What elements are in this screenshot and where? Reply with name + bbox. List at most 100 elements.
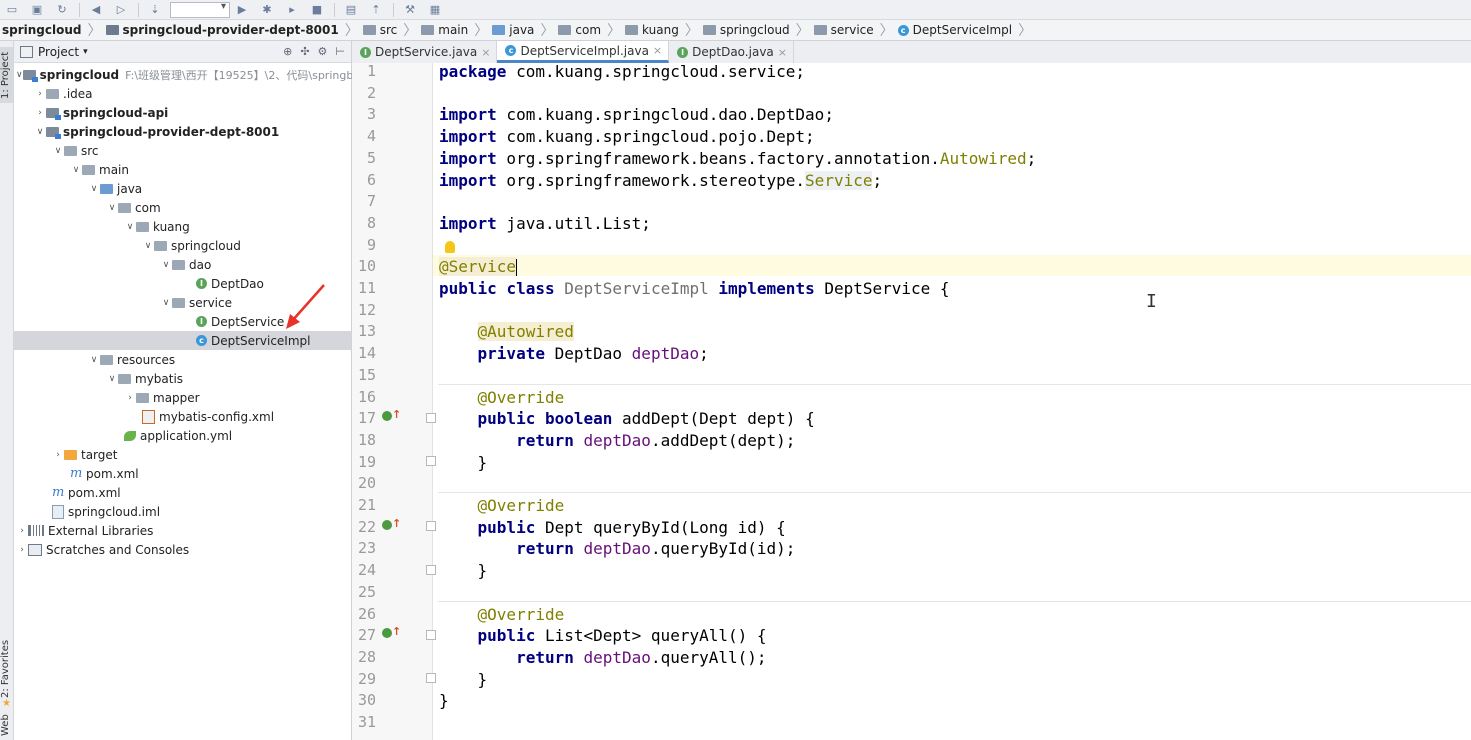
chevron-down-icon[interactable]: ∨ xyxy=(142,241,154,251)
project-structure-icon[interactable]: ▦ xyxy=(427,3,443,17)
run-config-dropdown[interactable] xyxy=(170,1,230,18)
lightbulb-icon[interactable] xyxy=(445,241,455,253)
fold-icon[interactable] xyxy=(426,565,436,575)
fold-icon[interactable] xyxy=(426,673,436,683)
tree-item-application-yml[interactable]: application.yml xyxy=(14,426,351,445)
build-icon[interactable]: ⇣ xyxy=(147,3,163,17)
vcs-icon[interactable]: ⇡ xyxy=(368,3,384,17)
tree-item-target[interactable]: › target xyxy=(14,445,351,464)
close-icon[interactable]: × xyxy=(778,46,787,59)
run-icon[interactable]: ▶ xyxy=(234,3,250,17)
chevron-down-icon[interactable]: ∨ xyxy=(70,165,82,175)
breadcrumb-item[interactable]: kuang xyxy=(623,20,683,40)
breadcrumb-separator: 〉 xyxy=(684,23,699,39)
tab-deptservice[interactable]: I DeptService.java × xyxy=(352,41,498,63)
breadcrumb-item[interactable]: java xyxy=(490,20,538,40)
tree-item-mapper[interactable]: › mapper xyxy=(14,388,351,407)
code-editor[interactable]: 1 2 3 4 5 6 7 8 9 10 11 12 13 14 15 16 1… xyxy=(352,62,1471,740)
chevron-down-icon[interactable]: ∨ xyxy=(88,184,100,194)
implements-marker-icon[interactable]: ↑ xyxy=(382,408,401,423)
close-icon[interactable]: × xyxy=(653,44,662,57)
tree-item-mybatis[interactable]: ∨ mybatis xyxy=(14,369,351,388)
current-line-highlight xyxy=(433,254,1471,277)
back-icon[interactable]: ◀ xyxy=(88,3,104,17)
tab-deptdao[interactable]: I DeptDao.java × xyxy=(669,41,794,63)
tree-item-springcloud-api[interactable]: › springcloud-api xyxy=(14,103,351,122)
tree-item-java[interactable]: ∨ java xyxy=(14,179,351,198)
breadcrumb-item[interactable]: c DeptServiceImpl xyxy=(896,20,1016,40)
code-annotation: @Service xyxy=(439,257,517,277)
implements-marker-icon[interactable]: ↑ xyxy=(382,625,401,640)
breadcrumb-item[interactable]: springcloud xyxy=(701,20,794,40)
breadcrumb-item[interactable]: service xyxy=(812,20,878,40)
tree-item-mybatis-config[interactable]: mybatis-config.xml xyxy=(14,407,351,426)
coverage-icon[interactable]: ▸ xyxy=(284,3,300,17)
tree-item-com[interactable]: ∨ com xyxy=(14,198,351,217)
tree-item-scratches[interactable]: › Scratches and Consoles xyxy=(14,540,351,559)
tree-item-springcloud-pkg[interactable]: ∨ springcloud xyxy=(14,236,351,255)
chevron-down-icon[interactable]: ∨ xyxy=(160,260,172,270)
chevron-down-icon[interactable]: ∨ xyxy=(106,203,118,213)
tree-item-module-pom[interactable]: m pom.xml xyxy=(14,464,351,483)
tree-item-iml[interactable]: springcloud.iml xyxy=(14,502,351,521)
implements-marker-icon[interactable]: ↑ xyxy=(382,517,401,532)
breadcrumb-item[interactable]: com xyxy=(556,20,605,40)
fold-icon[interactable] xyxy=(426,456,436,466)
tree-item-root-pom[interactable]: m pom.xml xyxy=(14,483,351,502)
breadcrumb-item[interactable]: src xyxy=(361,20,402,40)
forward-icon[interactable]: ▷ xyxy=(113,3,129,17)
tab-favorites-side[interactable]: 2: Favorites xyxy=(0,637,13,701)
gear-icon[interactable]: ⚙ xyxy=(318,45,328,58)
locate-icon[interactable]: ⊕ xyxy=(283,45,292,58)
tab-web-side[interactable]: Web xyxy=(0,713,13,737)
tree-item-dao[interactable]: ∨ dao xyxy=(14,255,351,274)
save-icon[interactable]: ▣ xyxy=(29,3,45,17)
tree-item-provider-module[interactable]: ∨ springcloud-provider-dept-8001 xyxy=(14,122,351,141)
collapse-icon[interactable]: ✣ xyxy=(300,45,309,58)
fold-icon[interactable] xyxy=(426,630,436,640)
open-icon[interactable]: ▭ xyxy=(4,3,20,17)
tree-item-external-libraries[interactable]: › External Libraries xyxy=(14,521,351,540)
tree-item-deptserviceimpl[interactable]: c DeptServiceImpl xyxy=(14,331,351,350)
chevron-down-icon[interactable]: ∨ xyxy=(124,222,136,232)
chevron-down-icon[interactable]: ▾ xyxy=(83,47,88,57)
tree-item-main[interactable]: ∨ main xyxy=(14,160,351,179)
package-icon xyxy=(136,221,149,232)
breadcrumb-item[interactable]: main xyxy=(419,20,472,40)
breadcrumb-item[interactable]: springcloud xyxy=(0,20,86,40)
fold-icon[interactable] xyxy=(426,521,436,531)
chevron-right-icon[interactable]: › xyxy=(16,526,28,536)
chevron-right-icon[interactable]: › xyxy=(34,89,46,99)
chevron-down-icon[interactable]: ∨ xyxy=(16,70,23,80)
chevron-down-icon[interactable]: ∨ xyxy=(52,146,64,156)
line-number: 27 xyxy=(357,626,376,645)
iml-file-icon xyxy=(52,504,64,519)
tree-item-src[interactable]: ∨ src xyxy=(14,141,351,160)
hide-icon[interactable]: ⊢ xyxy=(335,45,345,58)
chevron-right-icon[interactable]: › xyxy=(124,393,136,403)
tab-deptserviceimpl[interactable]: c DeptServiceImpl.java × xyxy=(497,41,670,63)
chevron-down-icon[interactable]: ∨ xyxy=(160,298,172,308)
close-icon[interactable]: × xyxy=(481,46,490,59)
structure-icon[interactable]: ▤ xyxy=(343,3,359,17)
fold-icon[interactable] xyxy=(426,413,436,423)
tree-item-resources[interactable]: ∨ resources xyxy=(14,350,351,369)
sync-icon[interactable]: ↻ xyxy=(54,3,70,17)
chevron-right-icon[interactable]: › xyxy=(16,545,28,555)
settings-icon[interactable]: ⚒ xyxy=(402,3,418,17)
folder-icon xyxy=(118,373,131,384)
chevron-down-icon[interactable]: ∨ xyxy=(106,374,118,384)
project-panel-title[interactable]: Project xyxy=(38,45,79,59)
debug-icon[interactable]: ✱ xyxy=(259,3,275,17)
chevron-down-icon[interactable]: ∨ xyxy=(34,127,46,137)
chevron-right-icon[interactable]: › xyxy=(34,108,46,118)
tree-item-kuang[interactable]: ∨ kuang xyxy=(14,217,351,236)
tab-project-side[interactable]: 1: Project xyxy=(0,47,13,103)
chevron-right-icon[interactable]: › xyxy=(52,450,64,460)
code-class-name: DeptServiceImpl xyxy=(554,279,719,298)
stop-icon[interactable]: ■ xyxy=(309,3,325,17)
breadcrumb-item[interactable]: springcloud-provider-dept-8001 xyxy=(104,20,343,40)
tree-item-idea[interactable]: › .idea xyxy=(14,84,351,103)
tree-item-springcloud[interactable]: ∨ springcloud F:\班级管理\西开【19525】\2、代码\spr… xyxy=(14,65,360,84)
chevron-down-icon[interactable]: ∨ xyxy=(88,355,100,365)
